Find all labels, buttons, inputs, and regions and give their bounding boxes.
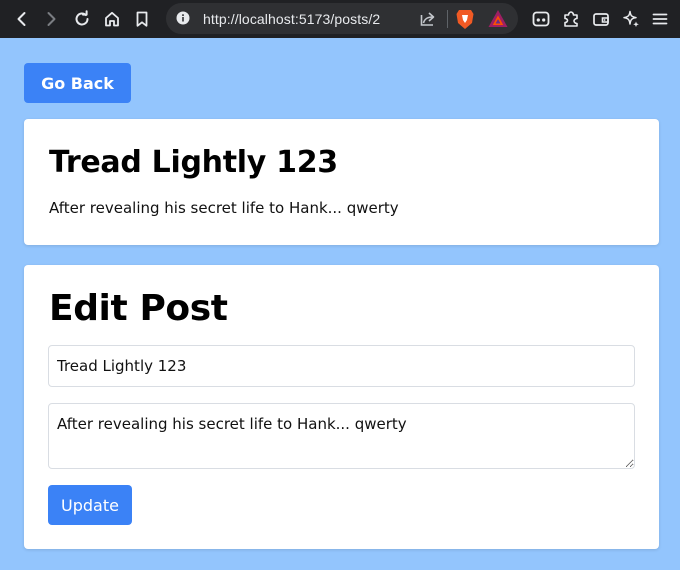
info-icon[interactable] [176, 11, 190, 25]
back-arrow-icon[interactable] [10, 7, 34, 31]
extensions-icon[interactable] [559, 7, 583, 31]
leo-icon[interactable] [529, 7, 553, 31]
bat-rewards-icon[interactable] [488, 9, 508, 29]
share-icon[interactable] [419, 9, 437, 27]
menu-icon[interactable] [648, 7, 672, 31]
forward-arrow-icon[interactable] [39, 7, 63, 31]
brave-shield-icon[interactable] [455, 8, 475, 30]
home-icon[interactable] [100, 7, 124, 31]
url-text[interactable]: http://localhost:5173/posts/2 [203, 11, 380, 27]
browser-toolbar: http://localhost:5173/posts/2 [0, 0, 680, 38]
post-card: Tread Lightly 123 After revealing his se… [24, 119, 659, 245]
post-body: After revealing his secret life to Hank.… [49, 199, 399, 217]
post-title-input[interactable] [48, 345, 635, 387]
address-bar-divider [447, 10, 448, 28]
wallet-icon[interactable] [589, 7, 613, 31]
go-back-button[interactable]: Go Back [24, 63, 131, 103]
post-body-textarea[interactable]: After revealing his secret life to Hank.… [48, 403, 635, 469]
update-button[interactable]: Update [48, 485, 132, 525]
edit-post-card: Edit Post After revealing his secret lif… [24, 265, 659, 549]
ai-sparkle-icon[interactable] [619, 7, 643, 31]
edit-post-heading: Edit Post [49, 288, 228, 329]
address-bar[interactable]: http://localhost:5173/posts/2 [166, 3, 518, 34]
bookmark-icon[interactable] [130, 7, 154, 31]
reload-icon[interactable] [70, 7, 94, 31]
post-title: Tread Lightly 123 [49, 145, 338, 180]
